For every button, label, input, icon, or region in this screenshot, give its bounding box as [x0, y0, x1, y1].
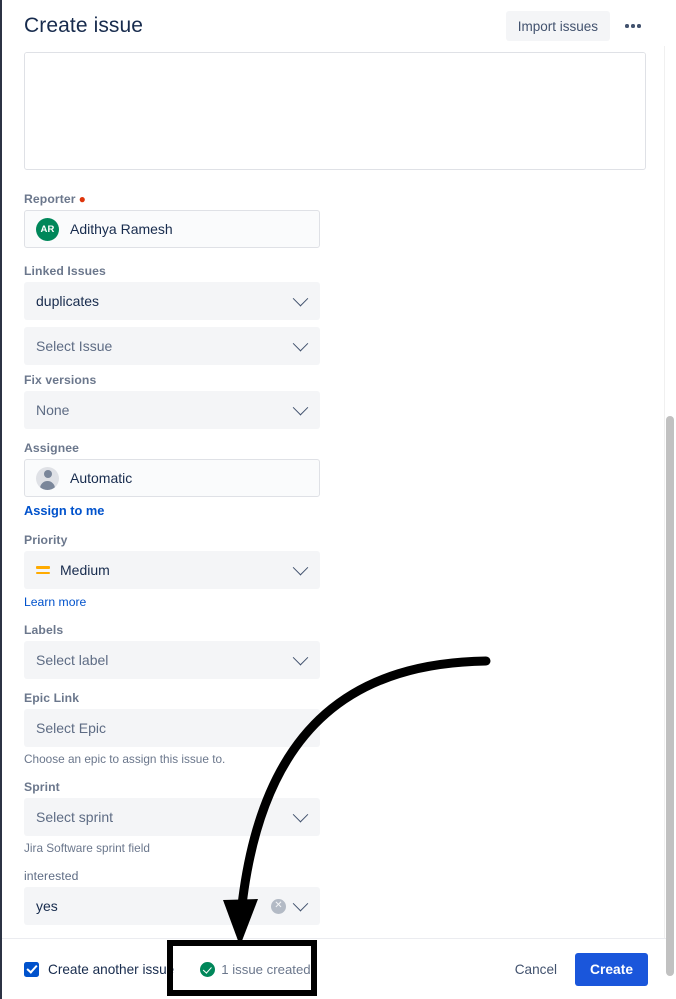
priority-medium-icon [36, 563, 50, 577]
required-asterisk: ● [79, 192, 86, 206]
assignee-select[interactable]: Automatic [24, 459, 320, 497]
more-horizontal-icon[interactable] [618, 11, 648, 41]
fix-versions-select[interactable]: None [24, 391, 320, 429]
checkbox-checked-icon [24, 962, 39, 977]
page-title: Create issue [24, 14, 506, 38]
chevron-down-icon [293, 895, 309, 911]
assign-to-me-link[interactable]: Assign to me [24, 503, 104, 518]
epic-link-field: Epic Link Select Epic Choose an epic to … [24, 691, 320, 766]
sprint-helper: Jira Software sprint field [24, 841, 320, 855]
dot [631, 24, 635, 28]
create-issue-dialog: Create issue Import issues Normal text B… [0, 0, 676, 999]
cancel-button[interactable]: Cancel [505, 953, 567, 985]
linked-issues-field: Linked Issues duplicates Select Issue [24, 264, 320, 365]
reporter-value: Adithya Ramesh [70, 221, 309, 237]
create-another-issue-checkbox[interactable]: Create another issue [24, 962, 174, 977]
reporter-field: Reporter● AR Adithya Ramesh [24, 192, 320, 248]
description-editor[interactable]: Normal text B I ⋯ A 123 [24, 52, 646, 170]
chevron-down-icon [293, 559, 309, 575]
interested-field: interested yes ✕ [24, 869, 320, 925]
priority-label: Priority [24, 533, 320, 547]
linked-issue-placeholder: Select Issue [36, 338, 295, 354]
create-button[interactable]: Create [575, 953, 648, 986]
fix-versions-field: Fix versions None [24, 373, 320, 429]
fix-versions-label: Fix versions [24, 373, 320, 387]
linked-issues-label: Linked Issues [24, 264, 320, 278]
priority-value: Medium [60, 562, 295, 578]
priority-select[interactable]: Medium [24, 551, 320, 589]
fix-versions-value: None [36, 402, 295, 418]
sprint-field: Sprint Select sprint Jira Software sprin… [24, 780, 320, 855]
dot [637, 24, 641, 28]
success-check-icon [200, 962, 215, 977]
epic-link-select[interactable]: Select Epic [24, 709, 320, 747]
chevron-down-icon [293, 806, 309, 822]
labels-select[interactable]: Select label [24, 641, 320, 679]
sprint-select[interactable]: Select sprint [24, 798, 320, 836]
clear-value-icon[interactable]: ✕ [271, 899, 286, 914]
sprint-placeholder: Select sprint [36, 809, 295, 825]
labels-label: Labels [24, 623, 320, 637]
chevron-down-icon [293, 335, 309, 351]
dialog-header: Create issue Import issues [2, 0, 666, 52]
assignee-value: Automatic [70, 470, 309, 486]
epic-link-helper: Choose an epic to assign this issue to. [24, 752, 320, 766]
labels-placeholder: Select label [36, 652, 295, 668]
interested-select[interactable]: yes ✕ [24, 887, 320, 925]
chevron-down-icon [293, 649, 309, 665]
chevron-down-icon [293, 399, 309, 415]
dialog-body: Normal text B I ⋯ A 123 [2, 52, 666, 938]
import-issues-button[interactable]: Import issues [506, 11, 610, 41]
description-input[interactable] [25, 52, 645, 150]
epic-link-label: Epic Link [24, 691, 320, 705]
priority-field: Priority Medium Learn more [24, 533, 320, 611]
epic-link-placeholder: Select Epic [36, 720, 309, 736]
status-badge: 1 issue created [200, 962, 310, 977]
scrollbar-thumb[interactable] [666, 416, 674, 976]
link-type-value: duplicates [36, 293, 295, 309]
interested-value: yes [36, 898, 271, 914]
scrollbar-track[interactable] [664, 46, 676, 938]
create-another-issue-label: Create another issue [48, 962, 174, 977]
linked-issue-select[interactable]: Select Issue [24, 327, 320, 365]
interested-label: interested [24, 869, 320, 883]
dialog-footer: Create another issue 1 issue created Can… [2, 938, 666, 999]
assignee-label: Assignee [24, 441, 320, 455]
assignee-field: Assignee Automatic Assign to me [24, 441, 320, 520]
learn-more-link[interactable]: Learn more [24, 595, 86, 609]
dot [625, 24, 629, 28]
status-text: 1 issue created [221, 962, 310, 977]
reporter-select[interactable]: AR Adithya Ramesh [24, 210, 320, 248]
labels-field: Labels Select label [24, 623, 320, 679]
link-type-select[interactable]: duplicates [24, 282, 320, 320]
avatar: AR [36, 218, 59, 241]
reporter-label: Reporter● [24, 192, 320, 206]
user-avatar-icon [36, 467, 59, 490]
sprint-label: Sprint [24, 780, 320, 794]
chevron-down-icon [293, 290, 309, 306]
